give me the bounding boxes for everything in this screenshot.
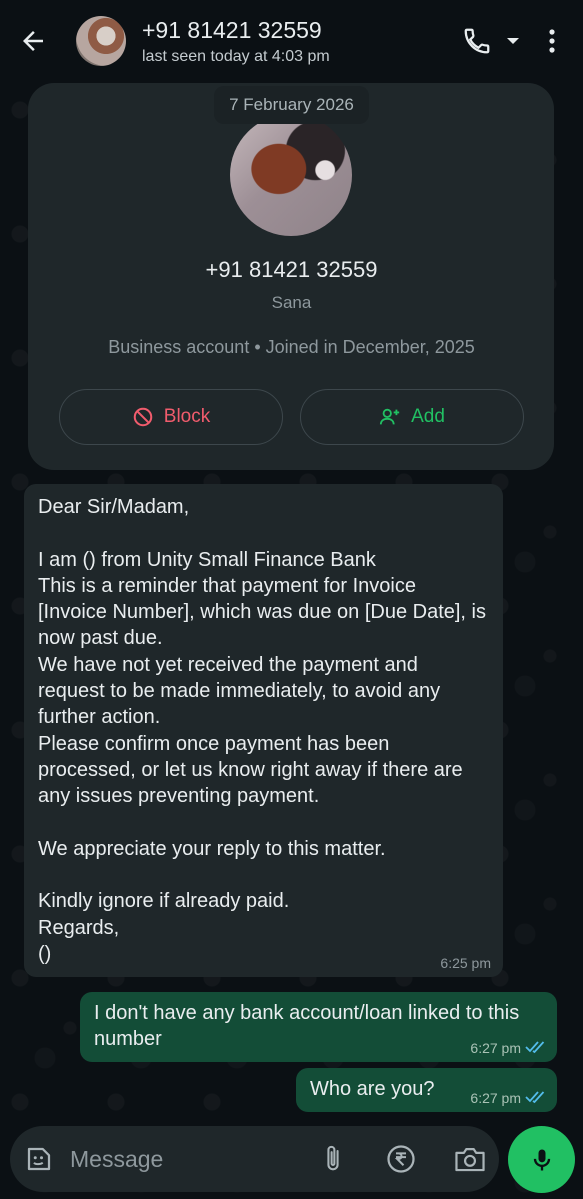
message-composer xyxy=(10,1126,499,1192)
emoji-icon[interactable] xyxy=(24,1144,54,1174)
add-person-icon xyxy=(380,408,400,425)
message-time: 6:27 pm xyxy=(470,1090,521,1106)
profile-photo[interactable] xyxy=(230,114,352,236)
message-text: Dear Sir/Madam, I am () from Unity Small… xyxy=(38,496,486,966)
chat-header: +91 81421 32559 last seen today at 4:03 … xyxy=(0,0,583,80)
read-ticks-icon xyxy=(525,1041,545,1054)
contact-title[interactable]: +91 81421 32559 xyxy=(142,17,322,44)
outgoing-message[interactable]: Who are you? 6:27 pm xyxy=(296,1068,557,1112)
add-contact-button[interactable]: Add xyxy=(300,389,524,445)
block-button[interactable]: Block xyxy=(59,389,283,445)
incoming-message[interactable]: Dear Sir/Madam, I am () from Unity Small… xyxy=(24,484,503,977)
attach-icon[interactable] xyxy=(318,1143,348,1175)
chevron-down-icon[interactable] xyxy=(505,35,521,47)
profile-number: +91 81421 32559 xyxy=(205,257,378,282)
mic-button[interactable] xyxy=(508,1126,575,1193)
last-seen-status: last seen today at 4:03 pm xyxy=(142,48,330,65)
camera-icon[interactable] xyxy=(454,1144,486,1174)
block-icon xyxy=(133,407,153,427)
contact-avatar[interactable] xyxy=(76,16,126,66)
back-arrow-icon[interactable] xyxy=(18,26,48,56)
more-vert-icon[interactable] xyxy=(540,26,564,56)
rupee-icon[interactable] xyxy=(386,1144,416,1174)
add-label: Add xyxy=(411,406,445,427)
date-chip: 7 February 2026 xyxy=(214,86,369,124)
block-label: Block xyxy=(163,406,211,427)
message-time: 6:27 pm xyxy=(470,1040,521,1056)
profile-info: Business account • Joined in December, 2… xyxy=(108,337,475,357)
phone-icon[interactable] xyxy=(462,26,492,56)
mic-icon xyxy=(533,1149,550,1170)
read-ticks-icon xyxy=(525,1091,545,1104)
message-time: 6:25 pm xyxy=(440,955,491,971)
message-input[interactable] xyxy=(70,1140,310,1178)
outgoing-message[interactable]: I don't have any bank account/loan linke… xyxy=(80,992,557,1062)
profile-name: Sana xyxy=(271,293,312,312)
